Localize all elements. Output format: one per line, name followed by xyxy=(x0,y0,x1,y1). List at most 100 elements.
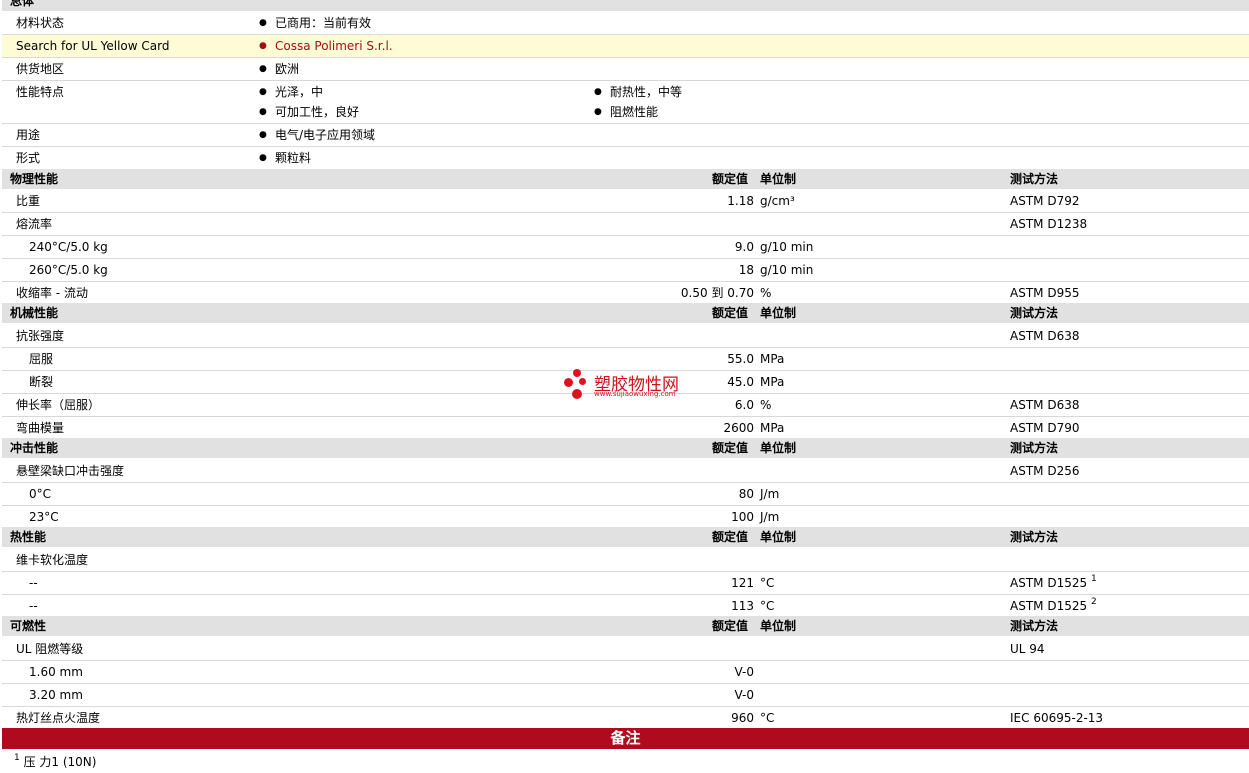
prop-row: 1.60 mm V-0 xyxy=(2,661,1249,684)
prop-value: 80 xyxy=(738,487,754,501)
general-row-features: 性能特点 光泽，中 耐热性，中等 可加工性，良好 阻燃性能 xyxy=(2,81,1249,124)
prop-unit: g/10 min xyxy=(760,263,814,277)
prop-unit: g/cm³ xyxy=(760,194,795,208)
prop-row: 抗张强度 ASTM D638 xyxy=(2,325,1249,348)
prop-label: 1.60 mm xyxy=(29,665,83,679)
section-title: 总体 xyxy=(10,0,35,8)
prop-unit: MPa xyxy=(760,375,785,389)
prop-value: 960 xyxy=(731,711,754,725)
supplier-link[interactable]: Cossa Polimeri S.r.l. xyxy=(259,35,393,57)
prop-value: V-0 xyxy=(734,665,754,679)
prop-method: ASTM D790 xyxy=(1010,421,1080,435)
section-title: 机械性能 xyxy=(10,306,59,320)
prop-unit: g/10 min xyxy=(760,240,814,254)
prop-unit: °C xyxy=(760,711,775,725)
prop-row: 23°C 100 J/m xyxy=(2,506,1249,528)
prop-value: 0.50 到 0.70 xyxy=(680,286,754,300)
prop-unit: % xyxy=(760,398,772,412)
prop-label: UL 阻燃等级 xyxy=(16,642,84,656)
prop-row: 熔流率 ASTM D1238 xyxy=(2,213,1249,236)
site-watermark: 塑胶物性网 www.sujiaowuxing.com xyxy=(564,368,704,404)
col-method: 测试方法 xyxy=(1010,306,1059,320)
prop-row: 0°C 80 J/m xyxy=(2,483,1249,506)
col-rated: 额定值 xyxy=(712,172,749,186)
prop-method: ASTM D638 xyxy=(1010,398,1080,412)
prop-row: UL 阻燃等级 UL 94 xyxy=(2,638,1249,661)
section-general-header: 总体 xyxy=(2,0,1249,11)
prop-label: 0°C xyxy=(29,487,52,501)
col-unit: 单位制 xyxy=(760,530,797,544)
general-row-uses: 用途 电气/电子应用领域 xyxy=(2,124,1249,147)
prop-value: 6.0 xyxy=(734,398,754,412)
prop-row: -- 121 °C ASTM D1525 1 xyxy=(2,572,1249,595)
prop-label: 240°C/5.0 kg xyxy=(29,240,108,254)
prop-unit: J/m xyxy=(760,510,780,524)
prop-label: 弯曲模量 xyxy=(16,421,65,435)
row-value: 光泽，中 xyxy=(259,81,323,103)
row-label: 用途 xyxy=(16,128,41,142)
col-unit: 单位制 xyxy=(760,172,797,186)
note-number: 1 xyxy=(14,753,20,763)
prop-unit: MPa xyxy=(760,421,785,435)
row-value: 耐热性，中等 xyxy=(594,81,682,103)
prop-method: UL 94 xyxy=(1010,642,1045,656)
logo-dot xyxy=(572,389,582,399)
general-row-ul-yellow-card: Search for UL Yellow Card Cossa Polimeri… xyxy=(2,35,1249,58)
prop-value: 1.18 xyxy=(727,194,754,208)
col-rated: 额定值 xyxy=(712,441,749,455)
prop-value: 121 xyxy=(731,576,754,590)
prop-unit: °C xyxy=(760,576,775,590)
prop-row: 维卡软化温度 xyxy=(2,549,1249,572)
prop-unit: % xyxy=(760,286,772,300)
ul-yellow-card-label: Search for UL Yellow Card xyxy=(16,39,170,53)
prop-label: 断裂 xyxy=(29,375,54,389)
row-value: 可加工性，良好 xyxy=(259,101,359,123)
prop-label: 悬壁梁缺口冲击强度 xyxy=(16,464,125,478)
prop-unit: °C xyxy=(760,599,775,613)
prop-row: 弯曲模量 2600 MPa ASTM D790 xyxy=(2,417,1249,439)
col-unit: 单位制 xyxy=(760,619,797,633)
prop-row: 比重 1.18 g/cm³ ASTM D792 xyxy=(2,190,1249,213)
logo-dot xyxy=(564,378,573,387)
footnote-ref: 2 xyxy=(1090,597,1097,607)
prop-value: 18 xyxy=(738,263,754,277)
method-text: ASTM D1525 xyxy=(1010,576,1088,590)
row-value: 欧洲 xyxy=(259,58,299,80)
method-text: ASTM D1525 xyxy=(1010,599,1088,613)
section-impact-header: 冲击性能 额定值 单位制 测试方法 xyxy=(2,438,1249,458)
prop-label: 伸长率（屈服） xyxy=(16,398,101,412)
prop-method: ASTM D638 xyxy=(1010,329,1080,343)
prop-value: 9.0 xyxy=(734,240,754,254)
prop-label: 23°C xyxy=(29,510,59,524)
prop-label: -- xyxy=(29,599,38,613)
note-item: 1 压 力1 (10N) xyxy=(14,751,96,773)
section-physical-header: 物理性能 额定值 单位制 测试方法 xyxy=(2,169,1249,189)
prop-value: 100 xyxy=(731,510,754,524)
prop-row: -- 113 °C ASTM D1525 2 xyxy=(2,595,1249,617)
col-rated: 额定值 xyxy=(712,530,749,544)
row-value: 颗粒料 xyxy=(259,147,311,169)
section-title: 冲击性能 xyxy=(10,441,59,455)
col-rated: 额定值 xyxy=(712,619,749,633)
prop-row: 240°C/5.0 kg 9.0 g/10 min xyxy=(2,236,1249,259)
prop-unit: J/m xyxy=(760,487,780,501)
prop-label: 热灯丝点火温度 xyxy=(16,711,101,725)
row-label: 材料状态 xyxy=(16,16,65,30)
general-row-form: 形式 颗粒料 xyxy=(2,147,1249,170)
prop-row: 热灯丝点火温度 960 °C IEC 60695-2-13 xyxy=(2,707,1249,728)
prop-method: IEC 60695-2-13 xyxy=(1010,711,1104,725)
row-label: 形式 xyxy=(16,151,41,165)
prop-label: 抗张强度 xyxy=(16,329,65,343)
prop-method: ASTM D792 xyxy=(1010,194,1080,208)
general-row-region: 供货地区 欧洲 xyxy=(2,58,1249,81)
footnote-ref: 1 xyxy=(1090,574,1097,584)
section-title: 物理性能 xyxy=(10,172,59,186)
row-value: 已商用：当前有效 xyxy=(259,12,371,34)
col-method: 测试方法 xyxy=(1010,619,1059,633)
prop-method: ASTM D1525 1 xyxy=(1010,572,1097,594)
prop-label: 比重 xyxy=(16,194,41,208)
col-rated: 额定值 xyxy=(712,306,749,320)
row-label: 供货地区 xyxy=(16,62,65,76)
prop-row: 3.20 mm V-0 xyxy=(2,684,1249,707)
logo-dot xyxy=(573,369,581,377)
